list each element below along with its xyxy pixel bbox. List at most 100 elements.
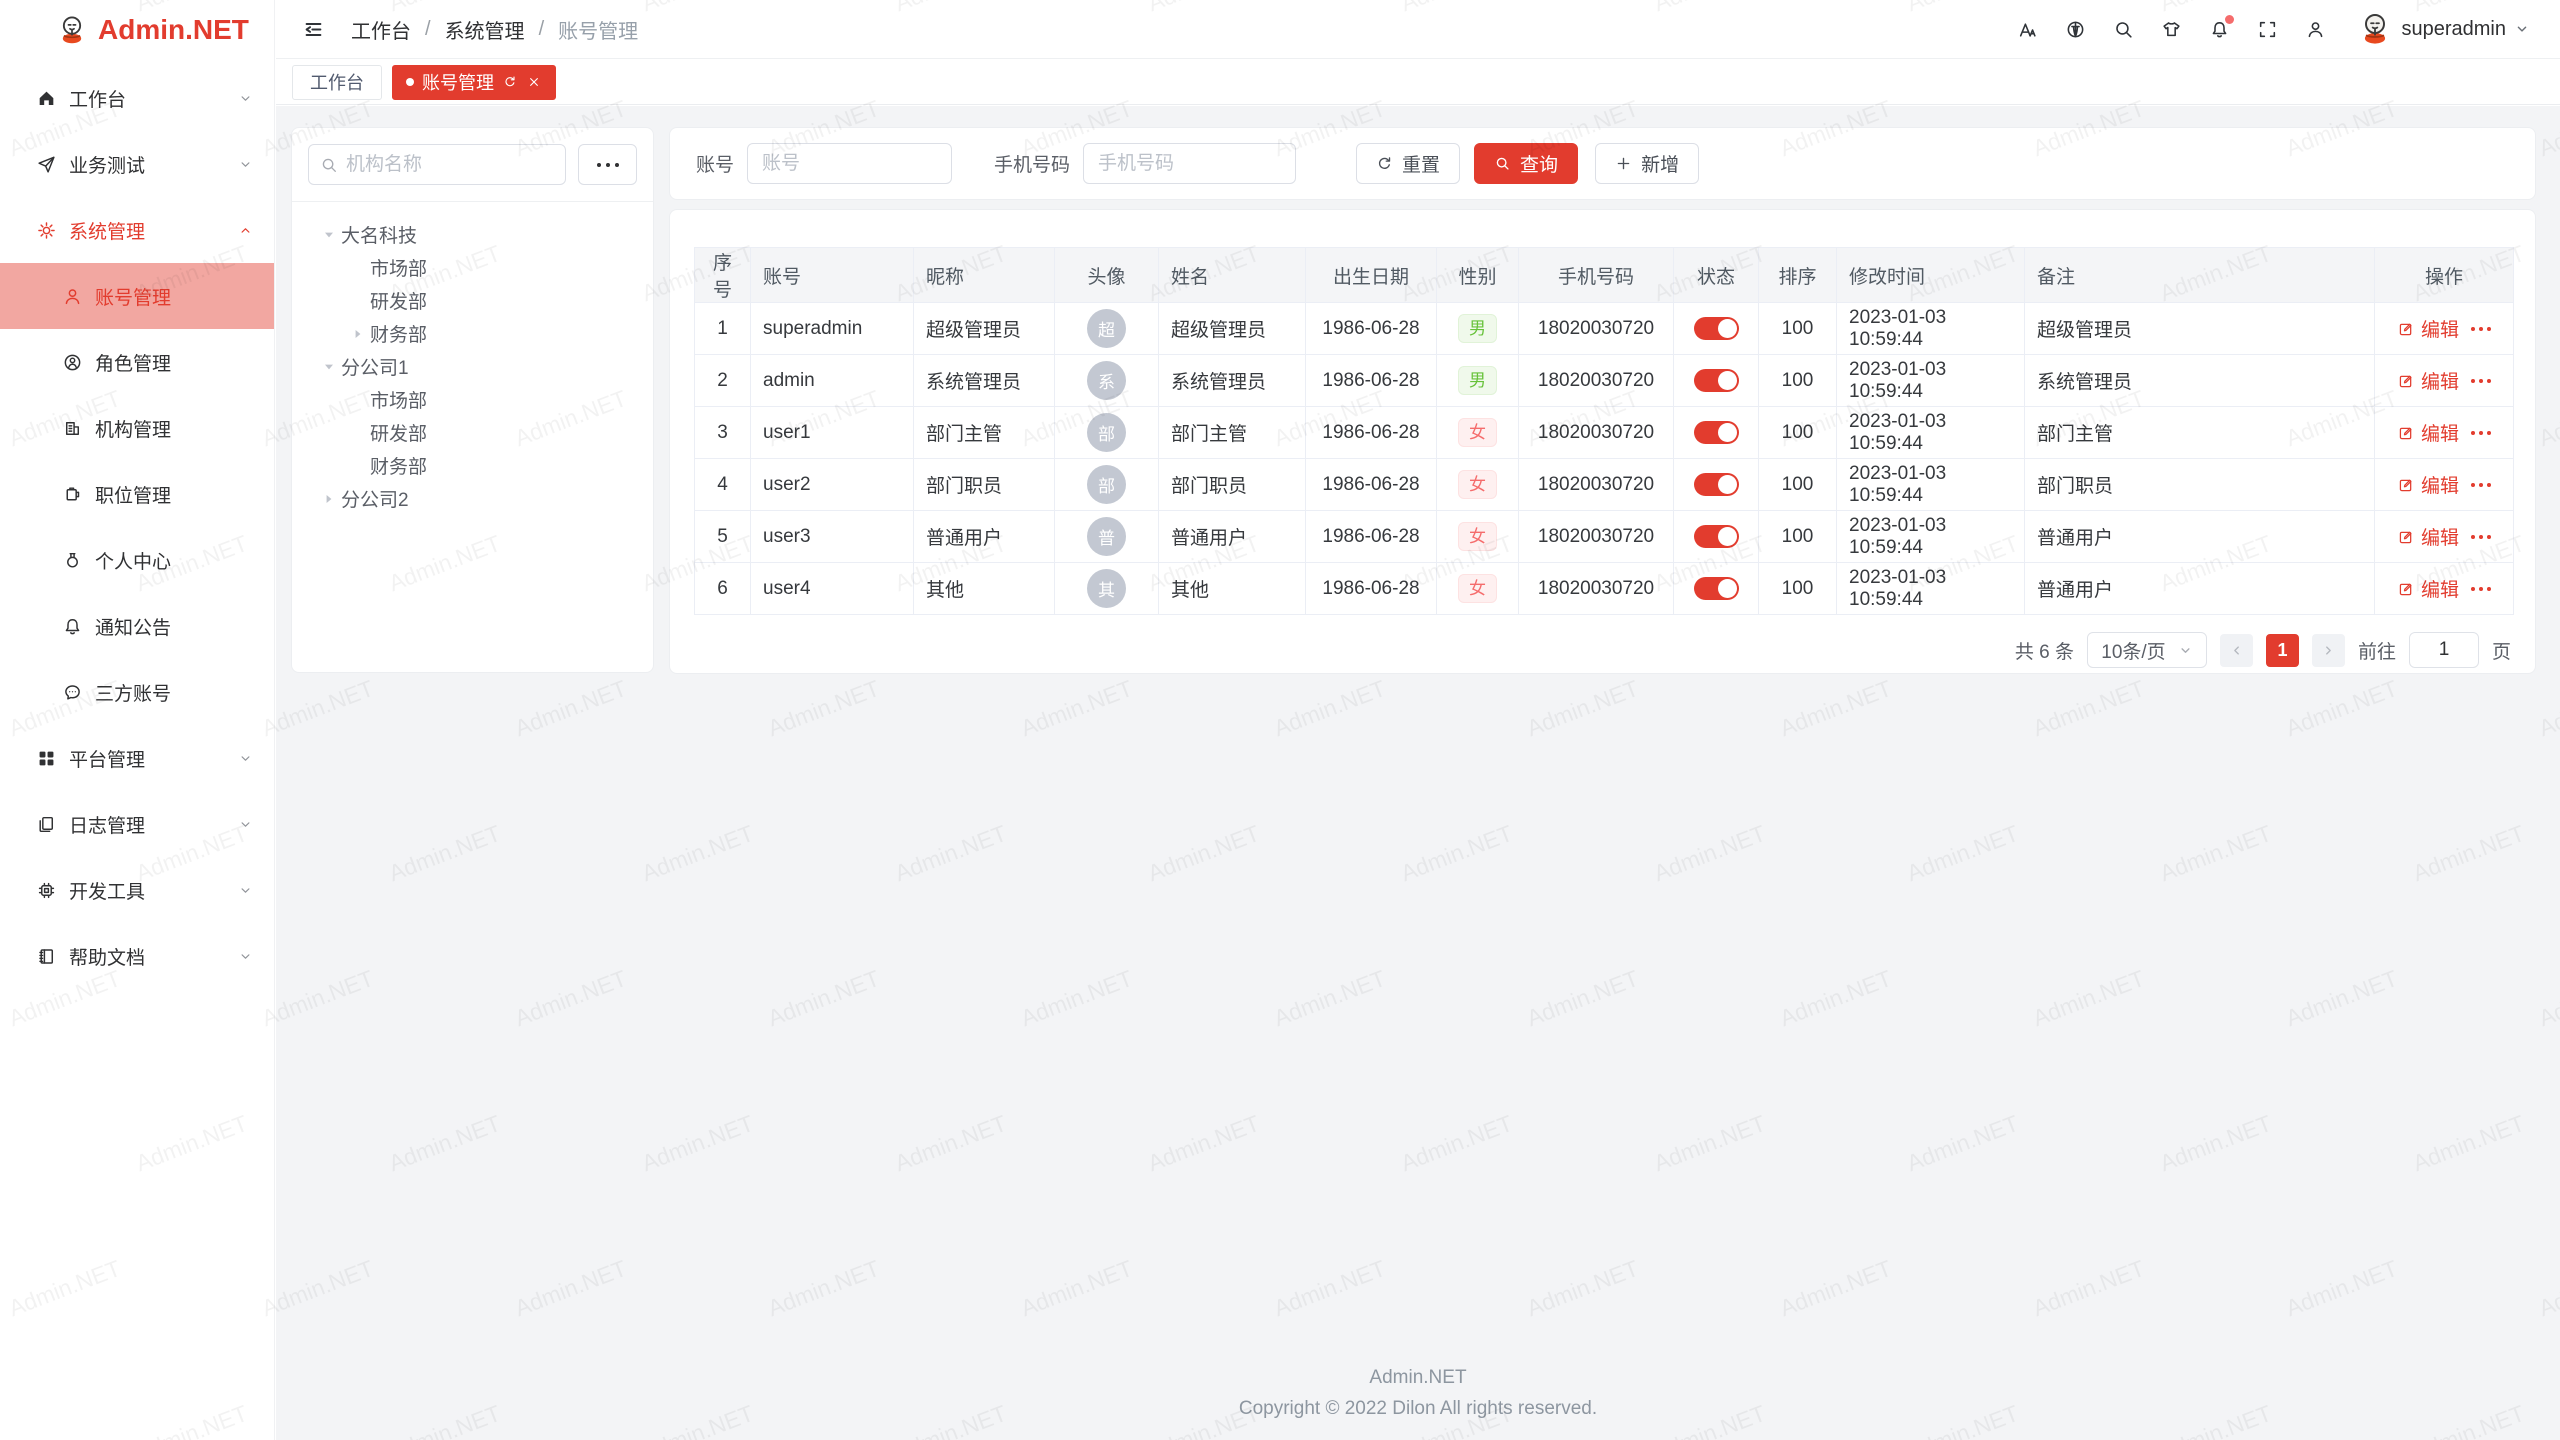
reset-button[interactable]: 重置 — [1356, 143, 1460, 184]
tree-node[interactable]: 财务部 — [308, 317, 637, 350]
current-page-button[interactable]: 1 — [2266, 634, 2299, 667]
next-page-button[interactable] — [2312, 634, 2345, 667]
tab-item[interactable]: 工作台 — [292, 65, 382, 100]
breadcrumb-separator: / — [425, 18, 431, 41]
fullscreen-icon[interactable] — [2257, 19, 2278, 40]
tree-node[interactable]: 市场部 — [308, 383, 637, 416]
chevron-left-icon — [2229, 643, 2244, 658]
cell-gender: 男 — [1437, 355, 1519, 407]
cell-status — [1674, 303, 1759, 355]
status-toggle[interactable] — [1694, 473, 1739, 496]
more-actions-icon[interactable] — [2471, 535, 2491, 539]
edit-button[interactable]: 编辑 — [2397, 367, 2459, 394]
logo[interactable]: Admin.NET — [0, 0, 274, 59]
tree-node[interactable]: 研发部 — [308, 284, 637, 317]
table-row: 3user1部门主管部部门主管1986-06-28女18020030720100… — [695, 407, 2514, 459]
sidebar-item-position[interactable]: 职位管理 — [0, 461, 274, 527]
breadcrumb-item[interactable]: 工作台 — [351, 15, 411, 44]
notification-icon[interactable] — [2209, 19, 2230, 40]
add-button[interactable]: 新增 — [1595, 143, 1699, 184]
cell-status — [1674, 459, 1759, 511]
breadcrumb-item[interactable]: 系统管理 — [445, 15, 525, 44]
prev-page-button[interactable] — [2220, 634, 2253, 667]
sidebar-item-chat[interactable]: 三方账号 — [0, 659, 274, 725]
tree-node-label: 研发部 — [370, 419, 427, 446]
tree-more-button[interactable] — [578, 144, 637, 185]
status-toggle[interactable] — [1694, 525, 1739, 548]
goto-page-input[interactable] — [2409, 632, 2479, 668]
org-search-input[interactable] — [346, 154, 554, 176]
tree-node[interactable]: 财务部 — [308, 449, 637, 482]
user-menu[interactable]: superadmin — [2353, 11, 2530, 47]
tab-active[interactable]: 账号管理 — [392, 65, 556, 100]
page-size-select[interactable]: 10条/页 — [2087, 632, 2207, 668]
sidebar-item-book[interactable]: 帮助文档 — [0, 923, 274, 989]
tree-caret-icon[interactable] — [350, 326, 366, 342]
table-row: 4user2部门职员部部门职员1986-06-28女18020030720100… — [695, 459, 2514, 511]
tree-node[interactable]: 分公司1 — [308, 350, 637, 383]
more-actions-icon[interactable] — [2471, 483, 2491, 487]
cell-ops: 编辑 — [2375, 407, 2514, 459]
tree-caret-icon[interactable] — [321, 359, 337, 375]
sidebar-item-user[interactable]: 账号管理 — [0, 263, 274, 329]
sidebar-item-grid[interactable]: 平台管理 — [0, 725, 274, 791]
theme-icon[interactable] — [2161, 19, 2182, 40]
more-actions-icon[interactable] — [2471, 587, 2491, 591]
edit-button[interactable]: 编辑 — [2397, 523, 2459, 550]
phone-input[interactable] — [1083, 143, 1296, 184]
cell-seq: 1 — [695, 303, 751, 355]
tree-node[interactable]: 分公司2 — [308, 482, 637, 515]
sidebar-item-person-center[interactable]: 个人中心 — [0, 527, 274, 593]
sidebar-item-label: 日志管理 — [69, 811, 145, 838]
edit-button[interactable]: 编辑 — [2397, 471, 2459, 498]
more-actions-icon[interactable] — [2471, 327, 2491, 331]
close-icon[interactable] — [526, 74, 542, 90]
more-actions-icon[interactable] — [2471, 431, 2491, 435]
sidebar-item-log[interactable]: 日志管理 — [0, 791, 274, 857]
edit-button[interactable]: 编辑 — [2397, 315, 2459, 342]
avatar: 部 — [1087, 465, 1126, 504]
sidebar-item-send[interactable]: 业务测试 — [0, 131, 274, 197]
edit-button[interactable]: 编辑 — [2397, 575, 2459, 602]
sidebar-item-home[interactable]: 工作台 — [0, 65, 274, 131]
tree-node[interactable]: 市场部 — [308, 251, 637, 284]
tree-node[interactable]: 研发部 — [308, 416, 637, 449]
account-input[interactable] — [747, 143, 952, 184]
collapse-menu-icon[interactable] — [302, 18, 325, 41]
search-icon[interactable] — [2113, 19, 2134, 40]
cell-account: admin — [751, 355, 914, 407]
status-toggle[interactable] — [1694, 317, 1739, 340]
tree-caret-icon[interactable] — [321, 227, 337, 243]
cell-name: 部门职员 — [1159, 459, 1306, 511]
sidebar-item-org[interactable]: 机构管理 — [0, 395, 274, 461]
refresh-small-icon[interactable] — [502, 74, 518, 90]
status-toggle[interactable] — [1694, 577, 1739, 600]
more-actions-icon[interactable] — [2471, 379, 2491, 383]
sidebar-item-gear[interactable]: 系统管理 — [0, 197, 274, 263]
tree-node[interactable]: 大名科技 — [308, 218, 637, 251]
tree-caret-icon[interactable] — [321, 491, 337, 507]
sidebar-item-role[interactable]: 角色管理 — [0, 329, 274, 395]
cell-sort: 100 — [1759, 459, 1837, 511]
cell-ops: 编辑 — [2375, 303, 2514, 355]
edit-button[interactable]: 编辑 — [2397, 419, 2459, 446]
breadcrumb-separator: / — [539, 18, 545, 41]
cell-ops: 编辑 — [2375, 459, 2514, 511]
cell-ops: 编辑 — [2375, 563, 2514, 615]
sidebar-item-bell[interactable]: 通知公告 — [0, 593, 274, 659]
tree-node-label: 分公司1 — [341, 353, 409, 380]
topbar-actions: superadmin — [2017, 11, 2530, 47]
search-button[interactable]: 查询 — [1474, 143, 1578, 184]
sidebar-item-label: 帮助文档 — [69, 943, 145, 970]
column-header-nickname: 昵称 — [914, 248, 1055, 303]
language-icon[interactable] — [2065, 19, 2086, 40]
cell-gender: 女 — [1437, 563, 1519, 615]
breadcrumb-item[interactable]: 账号管理 — [558, 15, 638, 44]
row-actions: 编辑 — [2387, 367, 2501, 394]
chat-icon — [62, 682, 83, 703]
sidebar-item-chip[interactable]: 开发工具 — [0, 857, 274, 923]
status-toggle[interactable] — [1694, 369, 1739, 392]
profile-icon[interactable] — [2305, 19, 2326, 40]
status-toggle[interactable] — [1694, 421, 1739, 444]
font-size-icon[interactable] — [2017, 19, 2038, 40]
